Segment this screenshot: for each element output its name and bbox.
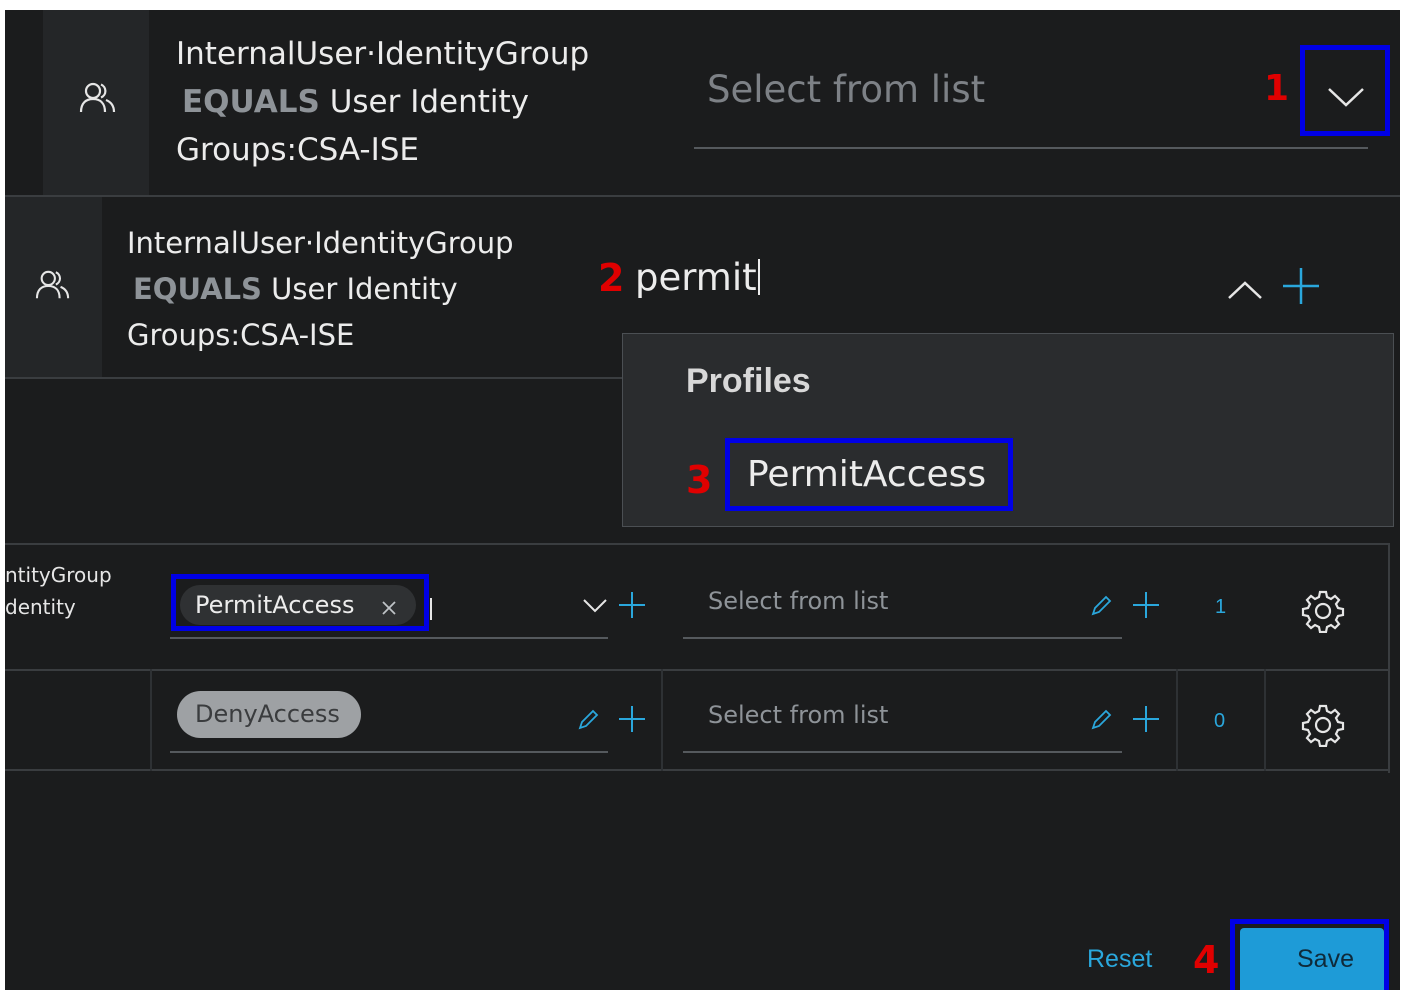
condition-text-2: InternalUser·IdentityGroup EQUALS User I… <box>127 220 514 358</box>
annotation-4: 4 <box>1193 938 1220 982</box>
condition-attribute: InternalUser·IdentityGroup <box>127 226 514 260</box>
add-icon[interactable] <box>1132 705 1160 733</box>
add-icon[interactable] <box>1132 591 1160 619</box>
column-divider <box>661 669 663 771</box>
row-divider <box>5 669 1390 671</box>
condition-value-cont: Groups:CSA-ISE <box>127 318 355 352</box>
chevron-down-icon[interactable] <box>582 598 608 614</box>
identity-group-icon <box>78 80 118 116</box>
table-right-border <box>1388 543 1390 773</box>
input-underline <box>170 637 608 639</box>
highlight-box-4 <box>1230 919 1389 990</box>
highlight-box-3 <box>725 438 1013 511</box>
column-divider <box>1264 669 1266 771</box>
condition-text-1: InternalUser·IdentityGroup EQUALS User I… <box>176 30 589 174</box>
profile-tag-label: DenyAccess <box>195 700 340 728</box>
input-underline <box>683 637 1122 639</box>
condition-attribute: InternalUser·IdentityGroup <box>176 36 590 72</box>
condition-operator: EQUALS <box>182 84 320 120</box>
search-value: permit <box>635 256 757 299</box>
table-top-border <box>5 543 1390 545</box>
annotation-2: 2 <box>598 256 625 300</box>
security-group-input[interactable]: Select from list <box>708 701 888 729</box>
highlight-box-1 <box>1300 45 1390 136</box>
hits-count[interactable]: 0 <box>1214 710 1225 733</box>
gear-icon[interactable] <box>1301 703 1345 747</box>
edit-pencil-icon[interactable] <box>1089 708 1113 732</box>
reset-button[interactable]: Reset <box>1087 945 1152 974</box>
input-underline <box>170 751 608 753</box>
row-divider <box>5 769 1390 771</box>
chevron-up-icon[interactable] <box>1227 280 1263 300</box>
input-underline <box>694 147 1368 149</box>
condition-operator: EQUALS <box>133 272 262 306</box>
select-from-list-input[interactable]: Select from list <box>707 68 985 111</box>
condition-fragment: dentity <box>5 595 76 619</box>
condition-fragment: ntityGroup <box>5 563 112 587</box>
condition-value: User Identity <box>271 272 458 306</box>
divider <box>5 377 623 379</box>
annotation-1: 1 <box>1264 68 1290 109</box>
identity-group-icon <box>34 268 72 302</box>
condition-value: User Identity <box>329 84 530 120</box>
highlight-box-tag <box>171 574 429 631</box>
text-cursor <box>757 259 760 295</box>
column-divider <box>1176 669 1178 771</box>
add-icon[interactable] <box>1281 266 1321 306</box>
annotation-3: 3 <box>686 458 713 502</box>
column-divider <box>150 669 152 771</box>
text-cursor <box>430 598 432 620</box>
add-icon[interactable] <box>618 591 646 619</box>
dropdown-section-title: Profiles <box>686 362 811 400</box>
edit-pencil-icon[interactable] <box>576 708 600 732</box>
condition-value-cont: Groups:CSA-ISE <box>176 132 419 168</box>
input-underline <box>683 751 1122 753</box>
gear-icon[interactable] <box>1301 589 1345 633</box>
hits-count[interactable]: 1 <box>1215 596 1226 619</box>
edit-pencil-icon[interactable] <box>1089 594 1113 618</box>
profile-search-input[interactable]: permit <box>635 256 760 299</box>
security-group-input[interactable]: Select from list <box>708 587 888 615</box>
add-icon[interactable] <box>618 705 646 733</box>
